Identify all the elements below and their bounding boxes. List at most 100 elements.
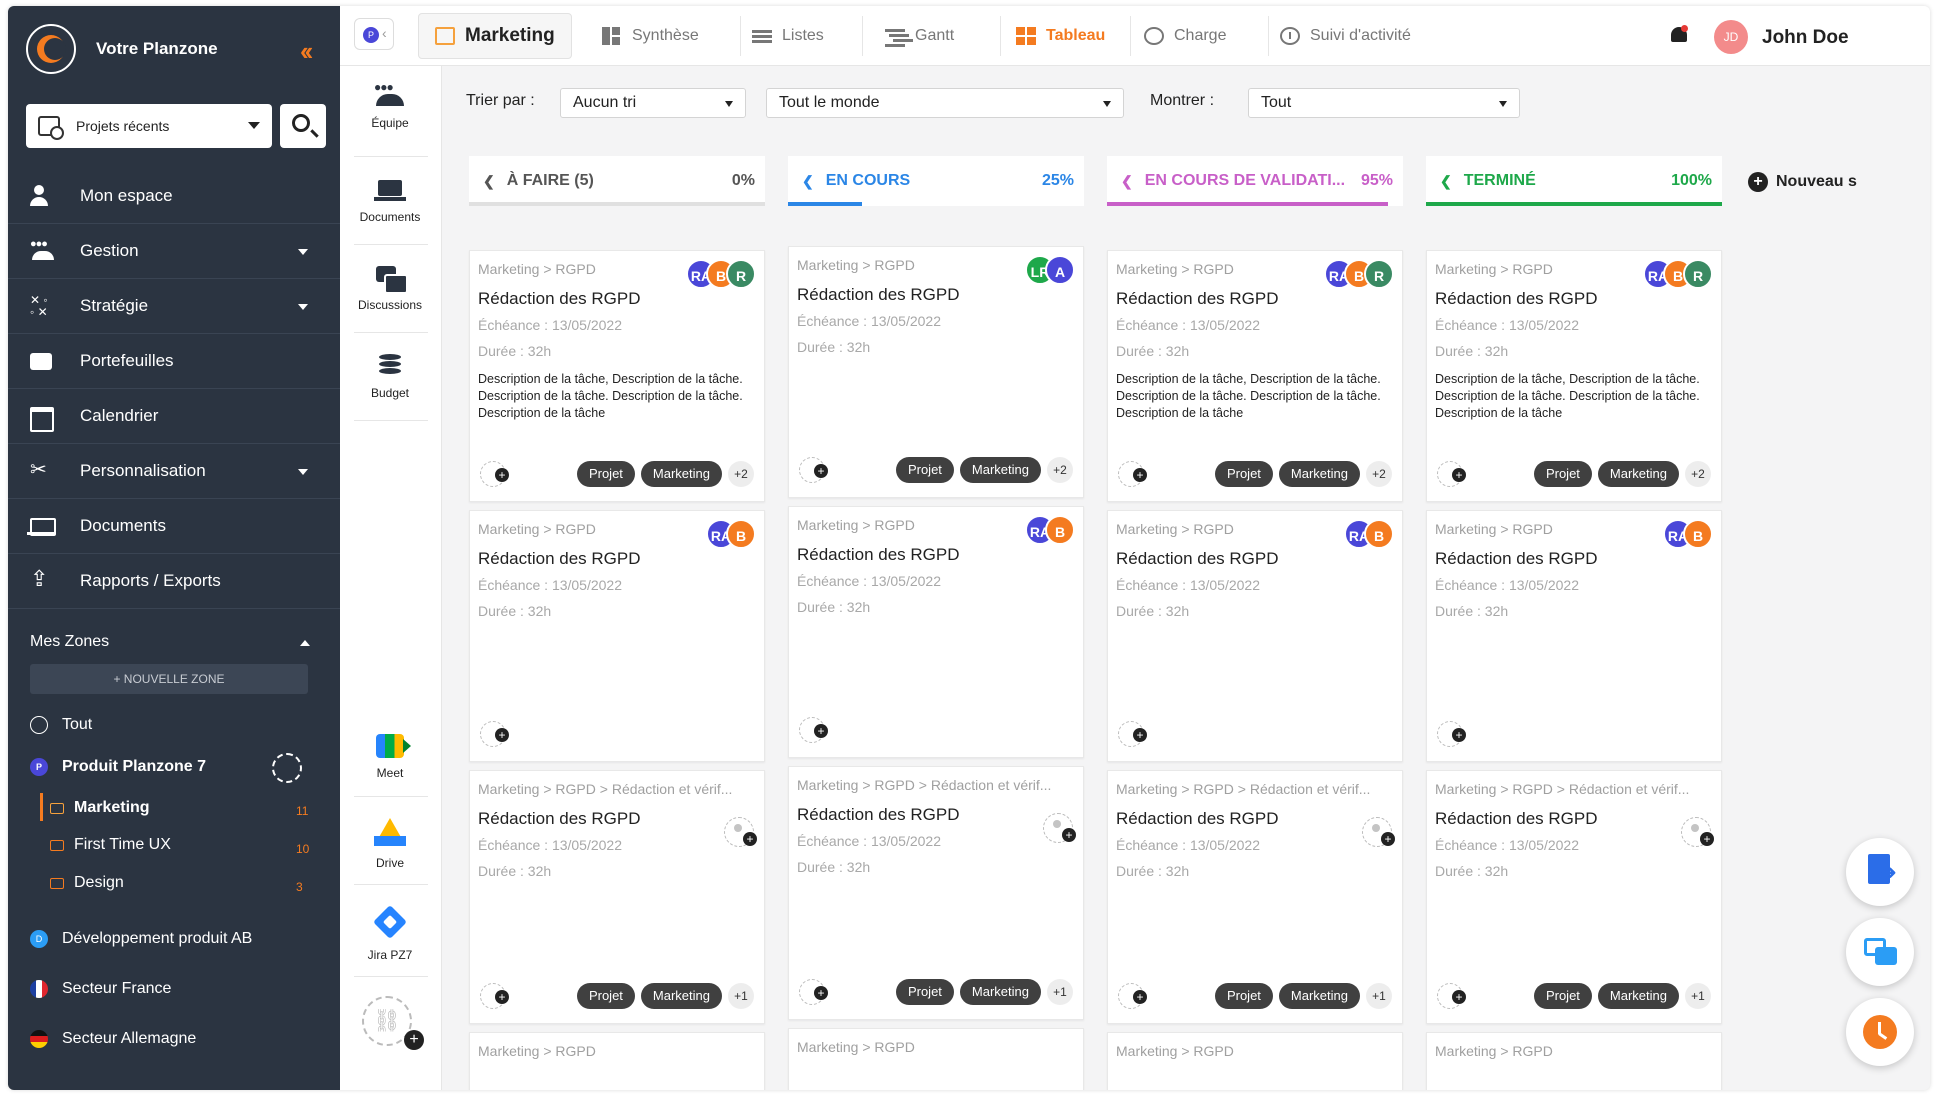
card-title[interactable]: Rédaction des RGPD xyxy=(1435,549,1598,569)
tab-gantt[interactable]: Gantt xyxy=(885,13,954,59)
card-assignees[interactable]: RA B xyxy=(1025,515,1075,545)
more-tags-badge[interactable]: +2 xyxy=(1366,461,1392,487)
user-name[interactable]: John Doe xyxy=(1762,27,1849,49)
card-title[interactable]: Rédaction des RGPD xyxy=(797,805,960,825)
add-tag-icon[interactable] xyxy=(1118,983,1147,1009)
add-user-icon[interactable] xyxy=(1043,813,1076,843)
card-title[interactable]: Rédaction des RGPD xyxy=(1116,549,1279,569)
more-tags-badge[interactable]: +2 xyxy=(1685,461,1711,487)
sort-select[interactable]: Aucun tri xyxy=(560,88,746,118)
recent-projects-select[interactable]: Projets récents xyxy=(26,104,272,148)
avatar[interactable]: B xyxy=(726,519,756,549)
search-button[interactable] xyxy=(280,104,326,148)
add-tag-icon[interactable] xyxy=(480,721,509,747)
tag-projet[interactable]: Projet xyxy=(1533,983,1592,1009)
rail-jira[interactable]: Jira PZ7 xyxy=(350,905,430,962)
tag-projet[interactable]: Projet xyxy=(1214,461,1273,487)
nav-gestion[interactable]: Gestion xyxy=(8,224,340,279)
task-card[interactable]: Marketing > RGPD Rédaction des RGPD Échéan… xyxy=(1107,510,1403,762)
column-header[interactable]: ❮ À FAIRE (5) 0% xyxy=(469,156,765,206)
tag-marketing[interactable]: Marketing xyxy=(959,457,1041,483)
tag-marketing[interactable]: Marketing xyxy=(1597,461,1679,487)
add-tag-icon[interactable] xyxy=(480,461,509,487)
task-card[interactable]: Marketing > RGPD Rédaction des RGPD Échéan… xyxy=(1426,510,1722,762)
add-folder-icon[interactable] xyxy=(272,753,302,783)
card-assignees[interactable]: RA B xyxy=(1344,519,1394,549)
rail-equipe[interactable]: Équipe xyxy=(350,80,430,130)
show-select[interactable]: Tout xyxy=(1248,88,1520,118)
people-select[interactable]: Tout le monde xyxy=(766,88,1124,118)
tag-marketing[interactable]: Marketing xyxy=(1597,983,1679,1009)
column-header[interactable]: ❮ EN COURS DE VALIDATI... 95% xyxy=(1107,156,1403,206)
new-column-button[interactable]: + Nouveau s xyxy=(1748,172,1857,192)
card-title[interactable]: Rédaction des RGPD xyxy=(797,545,960,565)
zone-produit-planzone[interactable]: P Produit Planzone 7 xyxy=(30,758,206,776)
card-assignees[interactable]: LR A xyxy=(1025,255,1075,285)
chevron-left-icon[interactable]: ❮ xyxy=(1440,173,1452,190)
more-tags-badge[interactable]: +2 xyxy=(728,461,754,487)
add-tag-icon[interactable] xyxy=(1118,461,1147,487)
add-tag-icon[interactable] xyxy=(799,717,828,743)
add-tag-icon[interactable] xyxy=(480,983,509,1009)
collapse-sidebar-icon[interactable]: ‹‹ xyxy=(300,36,313,67)
windows-fab[interactable] xyxy=(1846,918,1914,986)
more-tags-badge[interactable]: +1 xyxy=(1685,983,1711,1009)
chevron-left-icon[interactable]: ❮ xyxy=(1121,173,1133,190)
card-title[interactable]: Rédaction des RGPD xyxy=(1435,289,1598,309)
folder-marketing[interactable]: Marketing xyxy=(50,799,150,817)
tag-marketing[interactable]: Marketing xyxy=(1278,461,1360,487)
tag-projet[interactable]: Projet xyxy=(895,979,954,1005)
nav-strategie[interactable]: Stratégie xyxy=(8,279,340,334)
add-tag-icon[interactable] xyxy=(799,979,828,1005)
bell-icon[interactable] xyxy=(1670,24,1688,46)
more-tags-badge[interactable]: +1 xyxy=(1047,979,1073,1005)
tag-projet[interactable]: Projet xyxy=(895,457,954,483)
tag-marketing[interactable]: Marketing xyxy=(640,461,722,487)
rail-meet[interactable]: Meet xyxy=(350,734,430,780)
card-title[interactable]: Rédaction des RGPD xyxy=(478,809,641,829)
avatar[interactable]: A xyxy=(1045,255,1075,285)
task-card[interactable]: Marketing > RGPD Rédaction des RGPD Échéan… xyxy=(1107,250,1403,502)
avatar[interactable]: B xyxy=(1683,519,1713,549)
add-tag-icon[interactable] xyxy=(1437,461,1466,487)
avatar[interactable]: B xyxy=(1364,519,1394,549)
column-header[interactable]: ❮ TERMINÉ 100% xyxy=(1426,156,1722,206)
add-user-icon[interactable] xyxy=(1362,817,1395,847)
nav-rapports-exports[interactable]: Rapports / Exports xyxy=(8,554,340,609)
task-card[interactable]: Marketing > RGPD Rédaction des RGPD Échéan… xyxy=(788,246,1084,498)
tag-marketing[interactable]: Marketing xyxy=(1278,983,1360,1009)
zone-all[interactable]: Tout xyxy=(30,716,92,734)
nav-personnalisation[interactable]: Personnalisation xyxy=(8,444,340,499)
task-card[interactable]: Marketing > RGPD xyxy=(1107,1032,1403,1090)
tab-charge[interactable]: Charge xyxy=(1144,13,1226,59)
task-card[interactable]: Marketing > RGPD > Rédaction et vérif...… xyxy=(1107,770,1403,1024)
zone-secteur-france[interactable]: Secteur France xyxy=(30,980,171,998)
brand[interactable]: Votre Planzone xyxy=(26,24,218,74)
task-card[interactable]: Marketing > RGPD > Rédaction et vérif...… xyxy=(788,766,1084,1020)
card-title[interactable]: Rédaction des RGPD xyxy=(1435,809,1598,829)
avatar[interactable]: JD xyxy=(1714,20,1748,54)
tag-marketing[interactable]: Marketing xyxy=(959,979,1041,1005)
project-switcher[interactable]: P ‹ xyxy=(354,18,394,50)
card-title[interactable]: Rédaction des RGPD xyxy=(478,289,641,309)
chevron-left-icon[interactable]: ❮ xyxy=(802,173,814,190)
tag-projet[interactable]: Projet xyxy=(576,461,635,487)
zone-developpement[interactable]: D Développement produit AB xyxy=(30,930,252,948)
add-integration-button[interactable]: ⛓ + xyxy=(362,996,424,1050)
export-fab[interactable] xyxy=(1846,838,1914,906)
tag-projet[interactable]: Projet xyxy=(1214,983,1273,1009)
task-card[interactable]: Marketing > RGPD Rédaction des RGPD Échéan… xyxy=(469,250,765,502)
add-user-icon[interactable] xyxy=(724,817,757,847)
new-zone-button[interactable]: + NOUVELLE ZONE xyxy=(30,664,308,694)
task-card[interactable]: Marketing > RGPD xyxy=(788,1028,1084,1090)
chevron-up-icon[interactable] xyxy=(300,640,310,646)
rail-documents[interactable]: Documents xyxy=(350,178,430,224)
more-tags-badge[interactable]: +2 xyxy=(1047,457,1073,483)
add-tag-icon[interactable] xyxy=(1118,721,1147,747)
nav-mon-espace[interactable]: Mon espace xyxy=(8,169,340,224)
rail-budget[interactable]: Budget xyxy=(350,354,430,400)
add-tag-icon[interactable] xyxy=(1437,721,1466,747)
chevron-left-icon[interactable]: ❮ xyxy=(483,173,495,190)
card-assignees[interactable]: RA B R xyxy=(1643,259,1713,289)
card-title[interactable]: Rédaction des RGPD xyxy=(1116,289,1279,309)
